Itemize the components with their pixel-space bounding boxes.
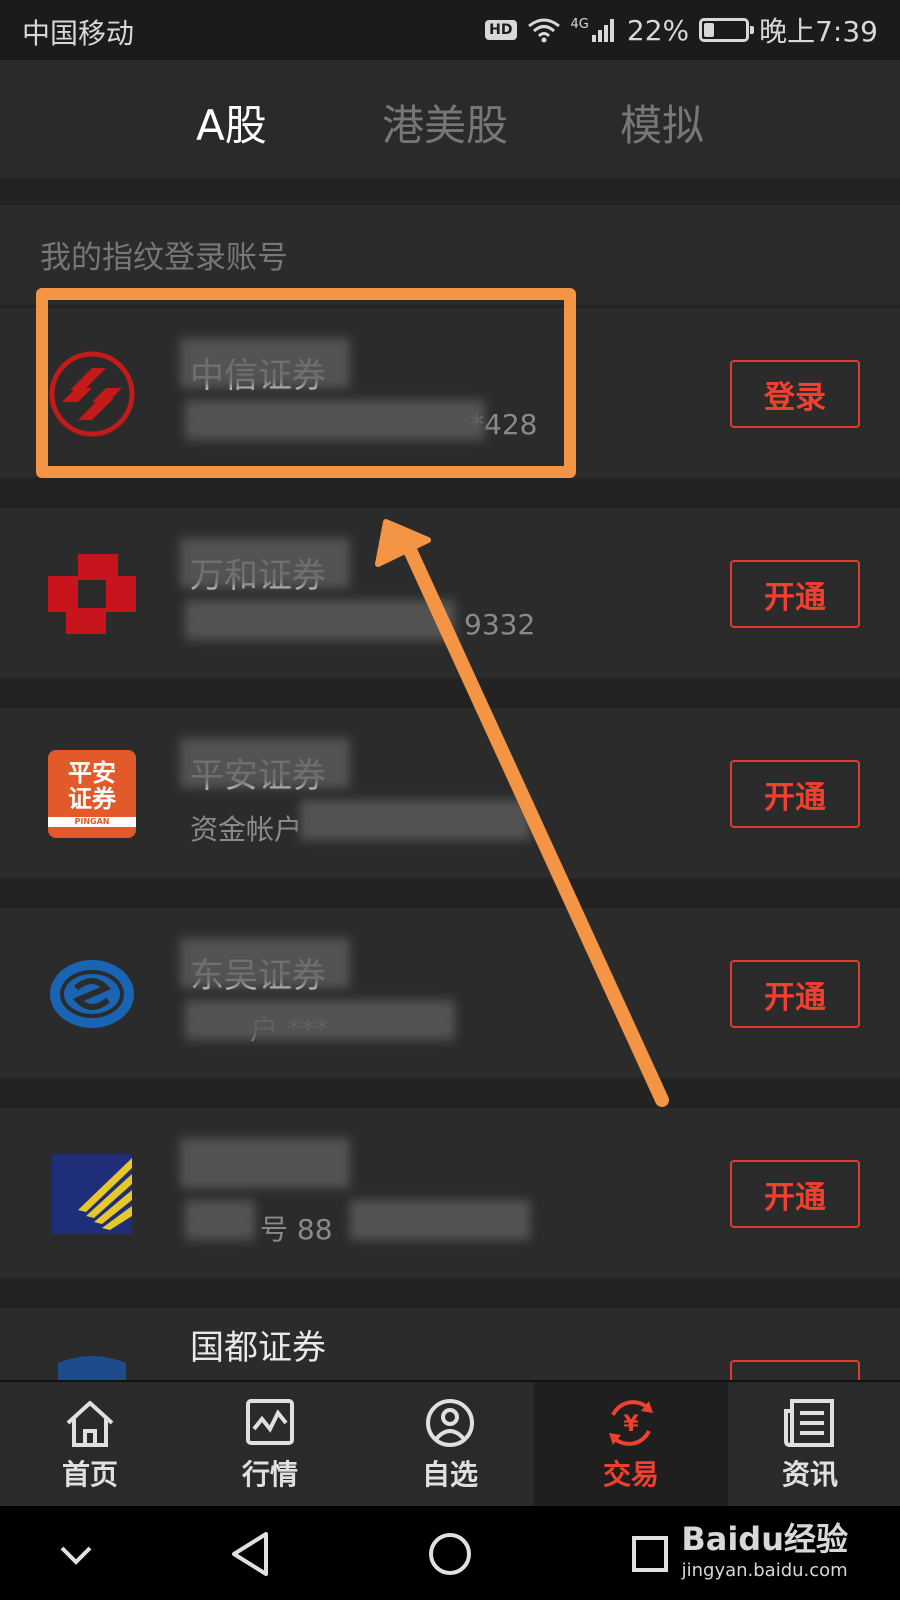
- privacy-blur: [185, 600, 455, 640]
- section-title: 我的指纹登录账号: [40, 240, 288, 276]
- home-icon: [66, 1401, 114, 1447]
- privacy-blur: [180, 738, 350, 788]
- pingan-logo-text: PINGAN: [48, 817, 136, 827]
- back-triangle-icon[interactable]: [222, 1524, 282, 1584]
- home-circle-icon[interactable]: [420, 1524, 480, 1584]
- battery-level-fill: [704, 23, 714, 37]
- activate-button[interactable]: 开通: [730, 1160, 860, 1228]
- login-button[interactable]: 登录: [730, 360, 860, 428]
- activate-button[interactable]: 开通: [730, 960, 860, 1028]
- nav-label: 自选: [421, 1458, 478, 1491]
- bottom-navigation: 首页 行情 自选 ¥ 交易 资讯: [0, 1380, 900, 1508]
- news-icon: [784, 1399, 834, 1447]
- battery-icon: [699, 18, 755, 42]
- recents-square-icon[interactable]: [620, 1524, 680, 1584]
- market-chart-icon: [246, 1399, 294, 1445]
- broker-name: 国都证券: [190, 1328, 326, 1368]
- network-type: 4G: [570, 16, 589, 32]
- market-tabs: A股 港美股 模拟: [0, 60, 900, 178]
- pingan-logo-text: 证券: [68, 785, 116, 813]
- battery-percent: 22%: [626, 13, 690, 47]
- nav-home[interactable]: 首页: [0, 1382, 180, 1508]
- system-navigation-bar: Baidu经验 jingyan.baidu.com: [0, 1506, 900, 1600]
- tab-a-shares[interactable]: A股: [196, 92, 267, 153]
- broker-row[interactable]: 国都证券: [0, 1308, 900, 1380]
- nav-market[interactable]: 行情: [180, 1382, 360, 1508]
- status-bar: 中国移动 HD 4G 22% 晚上7:39: [0, 0, 900, 60]
- privacy-blur: [180, 538, 350, 588]
- status-indicators: HD 4G 22% 晚上7:39: [485, 10, 878, 50]
- pingan-logo-icon: 平安 证券 PINGAN: [48, 750, 136, 838]
- annotation-highlight-box: [36, 288, 576, 478]
- nav-label: 首页: [61, 1458, 118, 1491]
- collapse-chevron-icon[interactable]: [46, 1524, 106, 1584]
- nav-watchlist[interactable]: 自选: [360, 1382, 540, 1508]
- broker-account: 号 88: [260, 1213, 333, 1246]
- nav-trade[interactable]: ¥ 交易: [534, 1382, 728, 1508]
- broker-account: 9332: [464, 608, 536, 641]
- yellow-stripes-logo-icon: [52, 1154, 132, 1234]
- activate-button[interactable]: [730, 1360, 860, 1380]
- signal-icon: [591, 19, 614, 42]
- carrier-name: 中国移动: [22, 17, 135, 50]
- watermark-main-text: Baidu经验: [681, 1520, 848, 1558]
- broker-row[interactable]: 万和证券 9332 开通: [0, 508, 900, 678]
- baidu-watermark: Baidu经验 jingyan.baidu.com: [681, 1514, 848, 1581]
- activate-button[interactable]: 开通: [730, 760, 860, 828]
- nav-label: 资讯: [781, 1458, 838, 1491]
- pingan-logo-text: 平安: [68, 759, 116, 787]
- privacy-blur: [180, 938, 350, 988]
- broker-account: 资金帐户: [190, 813, 303, 846]
- nav-news[interactable]: 资讯: [720, 1382, 900, 1508]
- broker-row[interactable]: 东吴证券 户 *** 开通: [0, 908, 900, 1078]
- privacy-blur: [185, 1000, 455, 1040]
- guodu-logo-icon: [58, 1356, 126, 1380]
- broker-row[interactable]: 平安 证券 PINGAN 平安证券 资金帐户 开通: [0, 708, 900, 878]
- nav-label: 交易: [602, 1458, 659, 1491]
- watermark-sub-text: jingyan.baidu.com: [681, 1560, 848, 1581]
- privacy-blur: [300, 800, 530, 840]
- privacy-blur: [185, 1200, 255, 1240]
- broker-row[interactable]: 号 88 开通: [0, 1108, 900, 1278]
- tab-hk-us-stocks[interactable]: 港美股: [382, 92, 508, 153]
- hd-badge: HD: [485, 20, 517, 40]
- clock-time: 晚上7:39: [759, 15, 878, 48]
- wanhe-logo-icon: [48, 554, 136, 634]
- wifi-icon: [527, 18, 560, 43]
- svg-text:¥: ¥: [623, 1412, 639, 1437]
- trade-yen-icon: ¥: [609, 1400, 653, 1446]
- privacy-blur: [180, 1138, 350, 1188]
- activate-button[interactable]: 开通: [730, 560, 860, 628]
- privacy-blur: [350, 1200, 530, 1240]
- dongwu-logo-icon: [50, 960, 134, 1028]
- nav-label: 行情: [241, 1458, 298, 1491]
- tab-simulation[interactable]: 模拟: [620, 92, 704, 153]
- watchlist-user-icon: [426, 1399, 474, 1447]
